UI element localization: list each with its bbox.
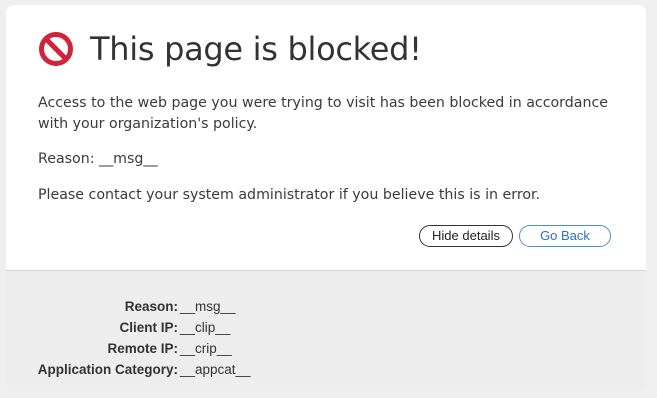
hide-details-button[interactable]: Hide details: [419, 225, 513, 247]
block-page-card: This page is blocked! Access to the web …: [6, 5, 646, 389]
reason-text: Reason: __msg__: [38, 151, 158, 167]
detail-value: __clip__: [180, 320, 231, 335]
contact-text: Please contact your system administrator…: [38, 187, 541, 203]
detail-label: Reason:: [124, 299, 178, 314]
detail-value: __msg__: [180, 299, 236, 314]
go-back-button[interactable]: Go Back: [519, 225, 611, 247]
detail-value: __crip__: [180, 341, 232, 356]
detail-label: Remote IP:: [107, 341, 178, 356]
block-message: Access to the web page you were trying t…: [38, 95, 608, 132]
detail-label: Application Category:: [37, 362, 178, 377]
block-icon: [39, 32, 73, 66]
detail-value: __appcat__: [180, 362, 251, 377]
page-title: This page is blocked!: [90, 30, 422, 68]
detail-label: Client IP:: [119, 320, 178, 335]
main-panel: This page is blocked! Access to the web …: [6, 5, 646, 271]
